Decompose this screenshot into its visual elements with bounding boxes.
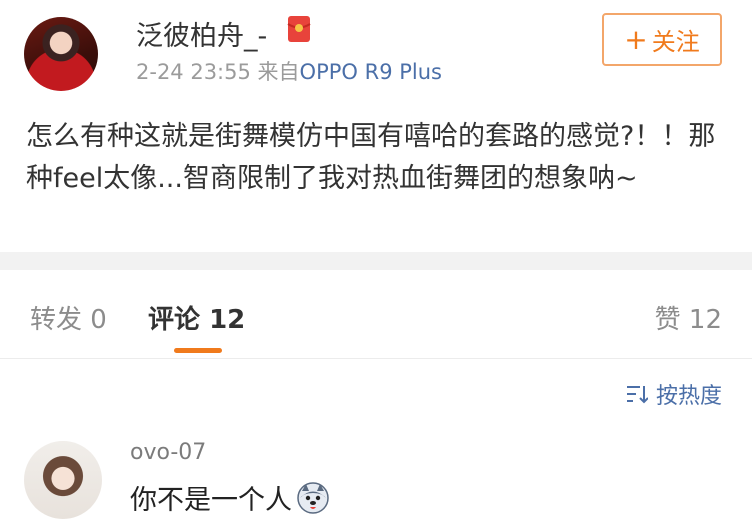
tabs-divider [0, 358, 752, 359]
husky-emoji-icon [297, 481, 329, 514]
post-body-text: 怎么有种这就是街舞模仿中国有嘻哈的套路的感觉?！！那种feel太像...智商限制… [26, 121, 716, 194]
plus-icon: + [624, 22, 648, 56]
tab-repost[interactable]: 转发 0 [30, 299, 107, 336]
post-source-prefix: 来自 [257, 60, 300, 84]
author-avatar[interactable] [24, 17, 98, 91]
post-timestamp: 2-24 23:55 [136, 60, 251, 84]
follow-button[interactable]: + 关注 [602, 13, 722, 66]
follow-label: 关注 [651, 28, 700, 56]
comment-text: 你不是一个人 [130, 485, 292, 516]
comment-item: 你不是一个人 [130, 478, 330, 517]
commenter-name[interactable]: ovo-07 [130, 440, 206, 465]
red-packet-icon [287, 16, 311, 42]
tab-repost-count: 0 [90, 305, 107, 335]
post-meta: 2-24 23:55 来自OPPO R9 Plus [136, 56, 442, 86]
section-separator [0, 252, 752, 270]
author-name[interactable]: 泛彼柏舟_- [136, 14, 267, 53]
tab-comments-label: 评论 [148, 305, 201, 335]
tab-likes-count: 12 [688, 305, 722, 335]
tab-likes-label: 赞 [654, 305, 681, 335]
sort-by-hot-button[interactable]: 按热度 [626, 378, 722, 410]
sort-icon [626, 386, 648, 404]
post-device-link[interactable]: OPPO R9 Plus [300, 60, 442, 84]
tab-comments-count: 12 [209, 305, 246, 335]
commenter-avatar[interactable] [24, 441, 102, 519]
sort-label: 按热度 [655, 384, 722, 409]
active-tab-indicator [174, 348, 222, 353]
tab-likes[interactable]: 赞 12 [655, 299, 722, 336]
tab-comments[interactable]: 评论 12 [148, 299, 245, 336]
tab-repost-label: 转发 [30, 305, 83, 335]
